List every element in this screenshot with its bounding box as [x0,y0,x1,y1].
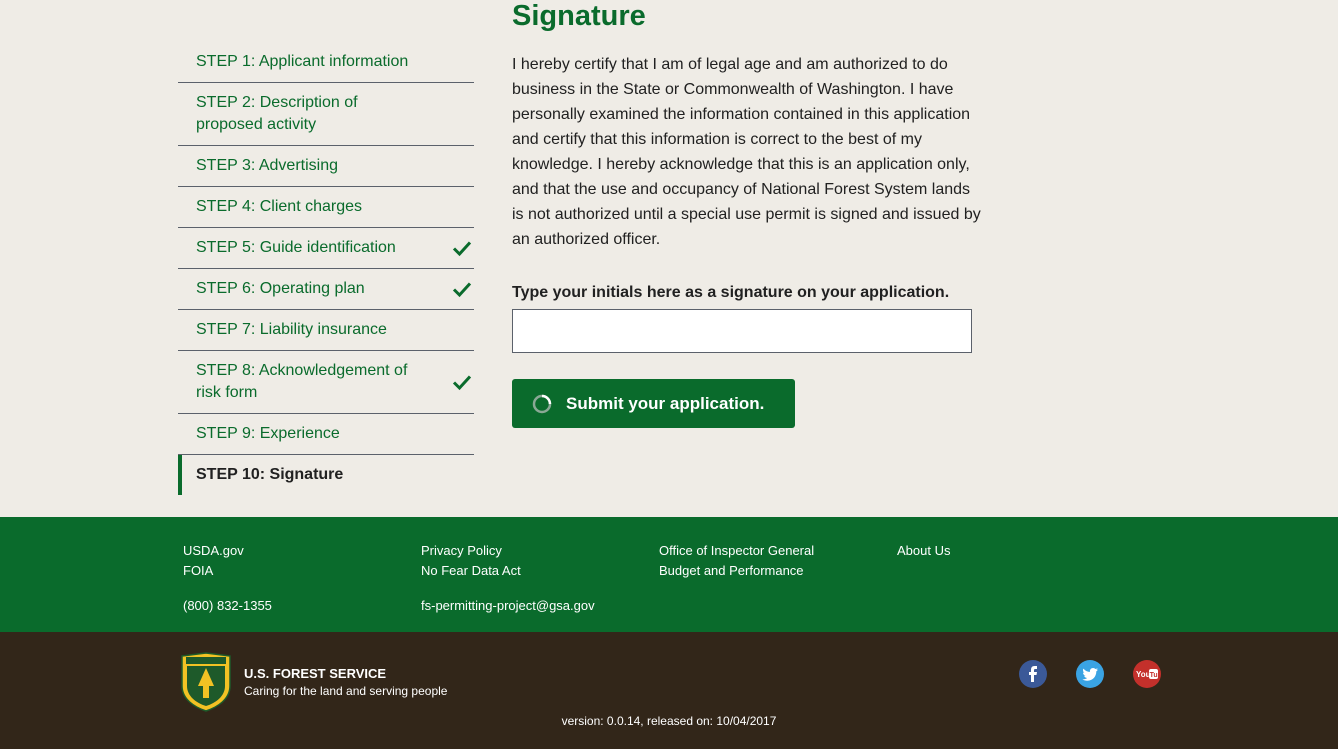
step-navigation: STEP 1: Applicant information STEP 2: De… [178,42,474,495]
phone-number[interactable]: (800) 832-1355 [183,596,272,616]
step-10-link[interactable]: STEP 10: Signature [178,455,474,495]
twitter-icon[interactable] [1076,660,1104,688]
step-8-link[interactable]: STEP 8: Acknowledgement of risk form [178,351,474,414]
footer-links: USDA.gov FOIA (800) 832-1355 Privacy Pol… [0,517,1338,632]
step-label: STEP 4: Client charges [196,198,363,215]
submit-label: Submit your application. [566,393,765,413]
footer-column-2: Privacy Policy No Fear Data Act fs-permi… [421,541,595,616]
forest-service-shield-logo[interactable] [178,652,234,712]
signature-label: Type your initials here as a signature o… [512,284,950,301]
certification-text: I hereby certify that I am of legal age … [512,56,981,248]
step-1-link[interactable]: STEP 1: Applicant information [178,42,474,83]
inspector-general-link[interactable]: Office of Inspector General [659,541,814,561]
privacy-policy-link[interactable]: Privacy Policy [421,541,595,561]
usda-link[interactable]: USDA.gov [183,541,272,561]
checkmark-icon [452,282,472,298]
svg-text:You: You [1136,670,1151,679]
step-label: STEP 5: Guide identification [196,239,396,256]
step-9-link[interactable]: STEP 9: Experience [178,414,474,455]
footer-column-3: Office of Inspector General Budget and P… [659,541,814,581]
contact-email-link[interactable]: fs-permitting-project@gsa.gov [421,596,595,616]
step-label: STEP 3: Advertising [196,157,338,174]
brand-name: U.S. FOREST SERVICE [244,666,387,681]
version-info: version: 0.0.14, released on: 10/04/2017 [561,714,777,728]
step-label: STEP 1: Applicant information [196,53,409,70]
checkmark-icon [452,375,472,391]
no-fear-act-link[interactable]: No Fear Data Act [421,561,595,581]
submit-button[interactable]: Submit your application. [512,379,796,428]
signature-section: Signature I hereby certify that I am of … [512,0,982,428]
step-label: STEP 8: Acknowledgement of risk form [196,362,408,401]
step-4-link[interactable]: STEP 4: Client charges [178,187,474,228]
footer-column-4: About Us [897,541,950,561]
step-6-link[interactable]: STEP 6: Operating plan [178,269,474,310]
signature-input[interactable] [512,309,972,353]
page-title: Signature [512,0,646,32]
step-label: STEP 2: Description of proposed activity [196,94,358,133]
about-us-link[interactable]: About Us [897,541,950,561]
step-5-link[interactable]: STEP 5: Guide identification [178,228,474,269]
step-label: STEP 7: Liability insurance [196,321,387,338]
main-area: STEP 1: Applicant information STEP 2: De… [0,0,1338,517]
step-7-link[interactable]: STEP 7: Liability insurance [178,310,474,351]
step-label: STEP 10: Signature [196,466,344,483]
step-label: STEP 6: Operating plan [196,280,365,297]
step-3-link[interactable]: STEP 3: Advertising [178,146,474,187]
footer-brand: U.S. FOREST SERVICE Caring for the land … [0,632,1338,749]
step-label: STEP 9: Experience [196,425,340,442]
foia-link[interactable]: FOIA [183,561,272,581]
svg-text:Tube: Tube [1150,672,1158,679]
step-2-link[interactable]: STEP 2: Description of proposed activity [178,83,474,146]
facebook-icon[interactable] [1019,660,1047,688]
brand-tagline: Caring for the land and serving people [244,684,448,698]
budget-performance-link[interactable]: Budget and Performance [659,561,814,581]
footer-column-1: USDA.gov FOIA (800) 832-1355 [183,541,272,616]
youtube-icon[interactable]: YouTube [1133,660,1161,688]
loading-spinner-icon [532,394,552,413]
checkmark-icon [452,241,472,257]
